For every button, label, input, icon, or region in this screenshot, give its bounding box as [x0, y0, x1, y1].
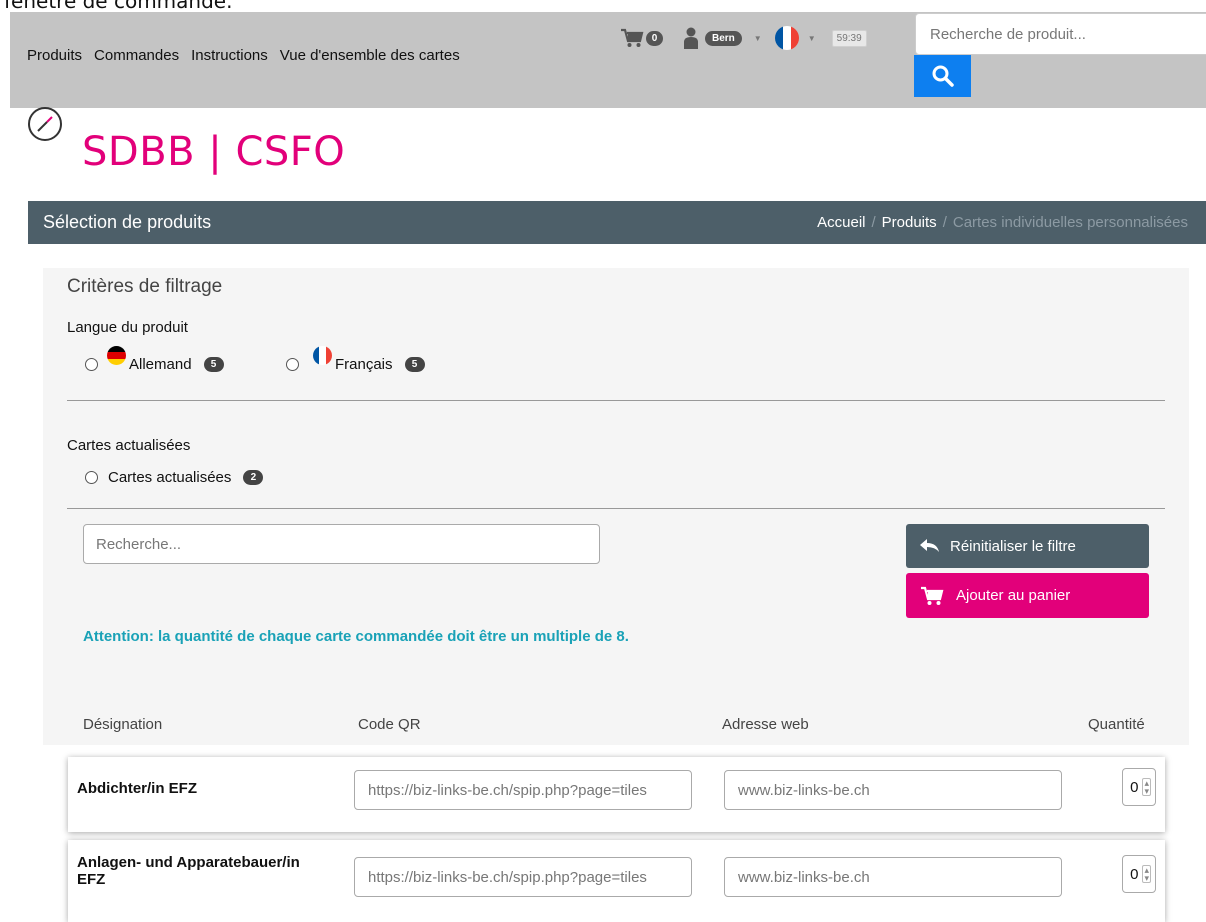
page-title: Sélection de produits	[43, 212, 212, 232]
reset-filter-label: Réinitialiser le filtre	[950, 537, 1076, 555]
language-label-french: Français	[335, 356, 393, 373]
nav-card-overview[interactable]: Vue d'ensemble des cartes	[280, 47, 460, 64]
column-header-quantity: Quantité	[1088, 716, 1145, 733]
quantity-stepper[interactable]: 0 ▴ ▾	[1122, 768, 1156, 806]
caret-down-icon: ▼	[807, 33, 816, 43]
divider	[67, 400, 1165, 401]
language-option-french[interactable]: Français 5	[286, 346, 425, 374]
quantity-stepper[interactable]: 0 ▴ ▾	[1122, 855, 1156, 893]
language-option-german[interactable]: Allemand 5	[85, 346, 224, 374]
compass-icon	[28, 107, 62, 141]
row-designation: Abdichter/in EFZ	[77, 780, 197, 797]
count-badge: 5	[404, 357, 425, 372]
language-menu[interactable]: ▼	[774, 26, 816, 50]
updated-option-label: Cartes actualisées	[108, 469, 232, 486]
session-timer: 59:39	[831, 29, 867, 47]
qr-code-field[interactable]	[354, 770, 692, 810]
updated-cards-option[interactable]: Cartes actualisées 2	[85, 469, 264, 486]
logo-text: SDBB | CSFO	[82, 129, 346, 175]
top-navbar: Produits Commandes Instructions Vue d'en…	[10, 12, 1206, 108]
column-header-web: Adresse web	[722, 716, 809, 733]
updated-filter-label: Cartes actualisées	[67, 437, 191, 454]
nav-instructions[interactable]: Instructions	[191, 47, 268, 64]
language-filter-label: Langue du produit	[67, 319, 188, 336]
breadcrumb-accueil[interactable]: Accueil	[817, 214, 865, 231]
reset-filter-button[interactable]: Réinitialiser le filtre	[906, 524, 1149, 568]
count-badge: 5	[203, 357, 224, 372]
main-nav: Produits Commandes Instructions Vue d'en…	[27, 47, 460, 64]
column-header-designation: Désignation	[83, 716, 163, 733]
nav-commandes[interactable]: Commandes	[94, 47, 179, 64]
radio-french[interactable]	[286, 358, 299, 371]
product-search-input[interactable]	[915, 13, 1206, 55]
french-flag-icon	[774, 26, 799, 50]
count-badge: 2	[243, 470, 264, 485]
search-icon	[932, 65, 954, 87]
filter-panel: Critères de filtrage Langue du produit A…	[43, 268, 1189, 745]
caret-down-icon: ▼	[753, 33, 762, 43]
language-label-german: Allemand	[129, 356, 192, 373]
user-location-badge: Bern	[705, 30, 742, 46]
cart-icon	[921, 586, 944, 605]
qr-code-field[interactable]	[354, 857, 692, 897]
cart-button[interactable]: 0	[620, 28, 663, 48]
quantity-value: 0	[1130, 865, 1139, 883]
add-to-cart-label: Ajouter au panier	[956, 587, 1071, 604]
breadcrumb-produits[interactable]: Produits	[882, 214, 937, 231]
cart-count-badge: 0	[646, 30, 663, 46]
spinner-arrows-icon[interactable]: ▴ ▾	[1142, 865, 1151, 883]
radio-german[interactable]	[85, 358, 98, 371]
page-header-bar: Sélection de produits Accueil / Produits / C…	[28, 201, 1206, 244]
nav-tools: 0 Bern ▼ ▼ 59:39	[620, 26, 867, 50]
nav-produits[interactable]: Produits	[27, 47, 82, 64]
french-flag-icon	[313, 346, 332, 365]
breadcrumb-current: Cartes individuelles personnalisées	[952, 214, 1188, 231]
reply-arrow-icon	[920, 539, 939, 552]
row-designation: Anlagen- und Apparatebauer/in EFZ	[77, 854, 300, 888]
filter-title: Critères de filtrage	[67, 276, 223, 297]
column-header-qr: Code QR	[358, 716, 421, 733]
breadcrumb: Accueil / Produits / Cartes individuelles pe…	[817, 214, 1188, 231]
top-text-fragment: fenêtre de commande.	[0, 0, 1206, 12]
add-to-cart-button[interactable]: Ajouter au panier	[906, 573, 1149, 618]
spinner-arrows-icon[interactable]: ▴ ▾	[1142, 778, 1151, 796]
table-row: Abdichter/in EFZ 0 ▴▾	[68, 757, 1165, 832]
radio-updated[interactable]	[85, 471, 98, 484]
web-address-field[interactable]	[724, 857, 1062, 897]
product-search-button[interactable]	[914, 55, 971, 97]
user-icon	[684, 27, 698, 49]
table-row: Anlagen- und Apparatebauer/in EFZ 0 ▴▾	[68, 840, 1165, 922]
quantity-value: 0	[1130, 778, 1139, 796]
quantity-notice: Attention: la quantité de chaque carte c…	[83, 628, 629, 645]
divider	[67, 508, 1165, 509]
card-search-input[interactable]	[83, 524, 600, 564]
web-address-field[interactable]	[724, 770, 1062, 810]
user-menu[interactable]: Bern ▼	[684, 27, 762, 49]
cart-icon	[621, 28, 644, 47]
german-flag-icon	[107, 346, 126, 365]
